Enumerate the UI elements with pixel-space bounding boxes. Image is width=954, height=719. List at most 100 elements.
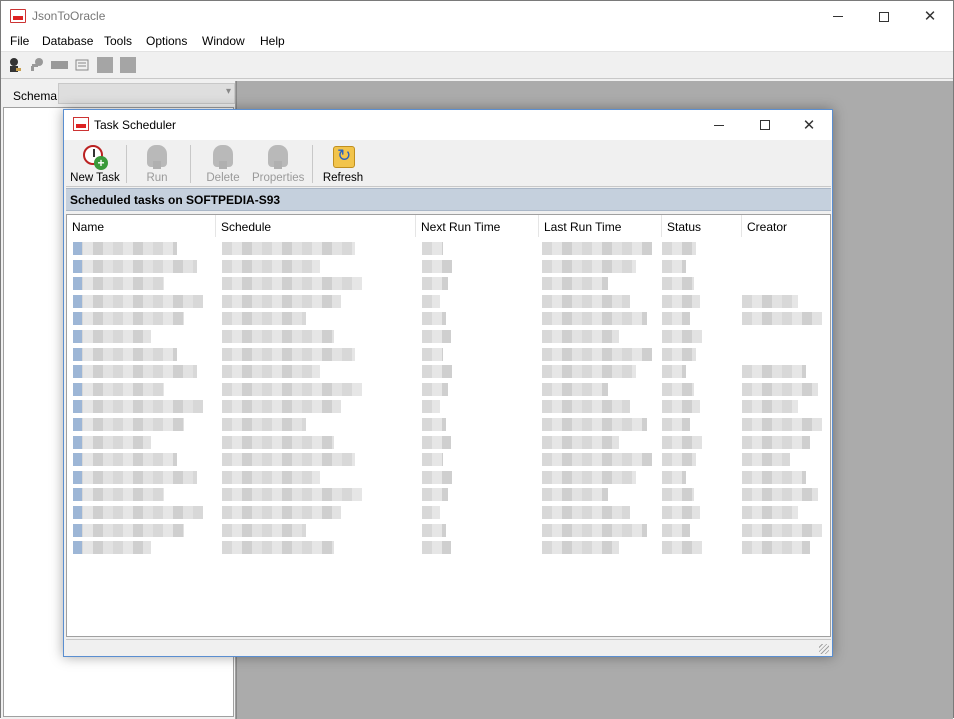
table-row[interactable]: [67, 485, 830, 502]
close-icon: ✕: [923, 8, 937, 25]
table-row[interactable]: [67, 521, 830, 538]
table-cell: [742, 435, 810, 449]
table-row[interactable]: [67, 274, 830, 291]
menu-tools[interactable]: Tools: [103, 34, 133, 48]
table-cell: [222, 365, 320, 379]
table-cell: [742, 523, 822, 537]
table-cell: [422, 382, 448, 396]
column-name-label: Name: [72, 220, 105, 234]
table-cell: [422, 418, 446, 431]
column-header-schedule[interactable]: Schedule: [216, 215, 416, 237]
table-cell: [662, 488, 694, 502]
table-row[interactable]: [67, 538, 830, 555]
table-cell: [222, 259, 320, 273]
table-cell: [662, 506, 700, 519]
dialog-maximize-button[interactable]: [742, 110, 788, 140]
table-cell: [73, 541, 151, 555]
new-task-button[interactable]: + New Task: [68, 143, 122, 185]
run-button[interactable]: Run: [136, 143, 178, 185]
grid-icon[interactable]: [120, 57, 136, 73]
table-row[interactable]: [67, 309, 830, 326]
column-last-run-label: Last Run Time: [544, 220, 622, 234]
dialog-minimize-button[interactable]: [696, 110, 742, 140]
table-row[interactable]: [67, 503, 830, 520]
table-cell: [542, 523, 647, 537]
resize-grip[interactable]: [819, 644, 829, 654]
table-row[interactable]: [67, 380, 830, 397]
table-cell: [542, 330, 619, 343]
table-cell: [742, 541, 810, 555]
table-cell: [662, 400, 700, 414]
toolbar-separator: [190, 145, 191, 183]
banner-text: Scheduled tasks on SOFTPEDIA-S93: [70, 193, 281, 207]
table-row[interactable]: [67, 239, 830, 256]
minimize-button[interactable]: [815, 1, 861, 32]
table-row[interactable]: [67, 292, 830, 309]
table-cell: [422, 365, 452, 379]
delete-button[interactable]: Delete: [200, 143, 246, 185]
schema-dropdown[interactable]: ▾: [58, 83, 235, 104]
table-cell: [422, 506, 440, 519]
menu-options[interactable]: Options: [145, 34, 188, 48]
dialog-close-button[interactable]: ✕: [786, 110, 832, 140]
connect-icon[interactable]: [7, 57, 23, 73]
table-cell: [73, 330, 151, 343]
table-cell: [422, 242, 443, 255]
table-cell: [73, 277, 164, 291]
disconnect-icon[interactable]: [51, 61, 68, 69]
close-button[interactable]: ✕: [907, 1, 953, 32]
column-header-last-run-time[interactable]: Last Run Time: [539, 215, 662, 237]
dialog-titlebar: Task Scheduler ✕: [64, 110, 832, 140]
table-cell: [662, 418, 690, 431]
table-row[interactable]: [67, 327, 830, 344]
table-cell: [422, 435, 451, 449]
column-header-status[interactable]: Status: [662, 215, 742, 237]
toolbar-separator: [126, 145, 127, 183]
query-icon[interactable]: [74, 57, 90, 73]
table-row[interactable]: [67, 450, 830, 467]
table-cell: [422, 541, 451, 555]
menu-window[interactable]: Window: [201, 34, 246, 48]
table-cell: [222, 523, 306, 537]
table-cell: [73, 365, 197, 379]
grid-icon[interactable]: [97, 57, 113, 73]
table-cell: [742, 488, 818, 502]
maximize-button[interactable]: [861, 1, 907, 32]
tasks-list[interactable]: Name Schedule Next Run Time Last Run Tim…: [66, 214, 831, 637]
table-cell: [422, 294, 440, 308]
table-cell: [73, 470, 197, 484]
table-row[interactable]: [67, 257, 830, 274]
refresh-button[interactable]: Refresh: [320, 143, 366, 185]
tasks-list-header: Name Schedule Next Run Time Last Run Tim…: [67, 215, 830, 237]
new-task-label: New Task: [70, 172, 120, 184]
table-row[interactable]: [67, 345, 830, 362]
menu-help[interactable]: Help: [259, 34, 286, 48]
key-icon[interactable]: [29, 57, 45, 73]
table-cell: [222, 347, 355, 361]
close-icon: ✕: [802, 116, 816, 134]
menu-database[interactable]: Database: [41, 34, 94, 48]
menu-file[interactable]: File: [9, 34, 30, 48]
table-row[interactable]: [67, 433, 830, 450]
toolbar-separator: [312, 145, 313, 183]
properties-button[interactable]: Properties: [252, 143, 304, 185]
column-header-next-run-time[interactable]: Next Run Time: [416, 215, 539, 237]
column-status-label: Status: [667, 220, 702, 234]
maximize-icon: [879, 11, 889, 22]
table-cell: [662, 242, 696, 255]
table-row[interactable]: [67, 415, 830, 432]
table-cell: [222, 488, 362, 502]
app-title: JsonToOracle: [32, 9, 106, 23]
refresh-icon: [330, 144, 356, 170]
dialog-statusbar: [66, 639, 831, 656]
table-cell: [422, 259, 452, 273]
table-cell: [662, 365, 686, 379]
table-row[interactable]: [67, 397, 830, 414]
column-header-name[interactable]: Name: [67, 215, 216, 237]
table-row[interactable]: [67, 362, 830, 379]
table-cell: [662, 277, 694, 291]
table-row[interactable]: [67, 468, 830, 485]
table-cell: [742, 418, 822, 431]
column-header-creator[interactable]: Creator: [742, 215, 830, 237]
table-cell: [422, 523, 446, 537]
